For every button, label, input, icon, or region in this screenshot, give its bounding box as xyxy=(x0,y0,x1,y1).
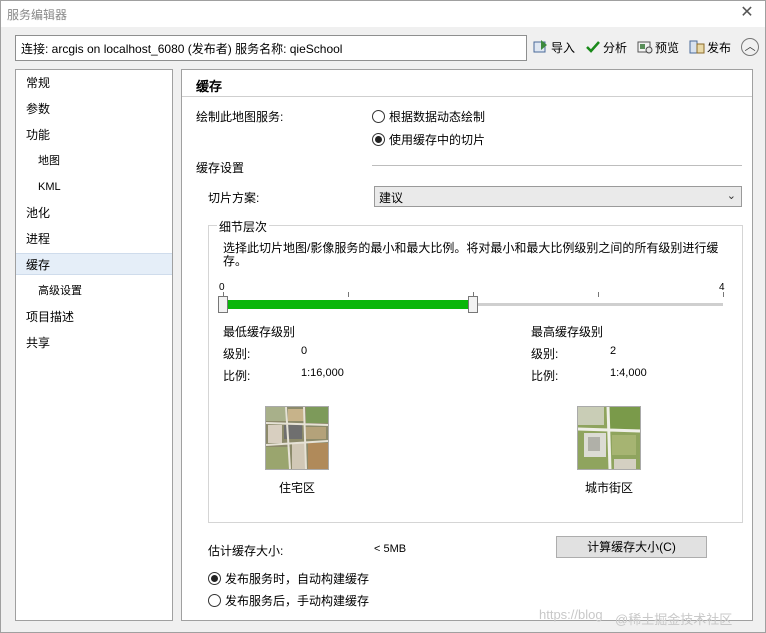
estimate-size-label: 估计缓存大小: xyxy=(208,544,284,558)
min-level-value: 0 xyxy=(301,345,308,357)
min-cache-level-title: 最低缓存级别 xyxy=(223,325,296,339)
lod-group-title: 细节层次 xyxy=(217,218,270,235)
slider-max-handle[interactable] xyxy=(468,296,478,313)
radio-auto-build-label: 发布服务时，自动构建缓存 xyxy=(225,572,370,586)
sidebar-item-caching[interactable]: 缓存 xyxy=(16,253,172,275)
radio-manual-build-cache[interactable]: 发布服务后，手动构建缓存 xyxy=(208,592,369,609)
max-level-label: 级别: xyxy=(531,347,559,361)
watermark-community: @稀土掘金技术社区 xyxy=(615,612,733,627)
cache-settings-label: 缓存设置 xyxy=(196,161,245,175)
watermark-url: https://blog xyxy=(539,607,603,622)
preview-icon xyxy=(637,39,653,55)
min-scale-value: 1:16,000 xyxy=(301,367,344,379)
sidebar-item-map[interactable]: 地图 xyxy=(38,150,60,172)
cache-settings-divider xyxy=(372,165,742,166)
page-title: 缓存 xyxy=(196,79,223,94)
connection-text: 连接: arcgis on localhost_6080 (发布者) 服务名称:… xyxy=(21,42,343,56)
connection-field: 连接: arcgis on localhost_6080 (发布者) 服务名称:… xyxy=(15,35,527,61)
analyze-button[interactable]: 分析 xyxy=(585,39,627,56)
chevron-down-icon: ⌄ xyxy=(726,190,736,202)
sidebar-item-capabilities[interactable]: 功能 xyxy=(26,124,50,146)
checkmark-icon xyxy=(585,39,601,55)
preview-label: 预览 xyxy=(655,40,680,55)
max-level-value: 2 xyxy=(610,345,617,357)
tiling-scheme-label: 切片方案: xyxy=(208,191,260,205)
tiling-scheme-value: 建议 xyxy=(379,191,404,205)
scale-range-slider: 0 4 xyxy=(218,282,725,324)
radio-auto-build-cache[interactable]: 发布服务时，自动构建缓存 xyxy=(208,570,369,587)
import-label: 导入 xyxy=(551,40,576,55)
slider-range-fill xyxy=(223,300,473,309)
estimate-size-value: < 5MB xyxy=(374,543,407,555)
title-bar: 服务编辑器 ✕ xyxy=(1,1,765,27)
sidebar-item-item-description[interactable]: 项目描述 xyxy=(26,306,74,328)
city-block-preview-image xyxy=(577,406,641,470)
title-divider xyxy=(182,96,752,97)
collapse-button[interactable]: ︿ xyxy=(741,38,760,56)
min-level-label: 级别: xyxy=(223,347,251,361)
preview-button[interactable]: 预览 xyxy=(637,39,679,56)
slider-tick xyxy=(723,292,724,297)
service-editor-window: 服务编辑器 ✕ 连接: arcgis on localhost_6080 (发布… xyxy=(0,0,766,633)
radio-use-cache[interactable]: 使用缓存中的切片 xyxy=(372,131,485,148)
analyze-label: 分析 xyxy=(603,40,628,55)
sidebar: 常规 参数 功能 地图 KML 池化 进程 缓存 高级设置 项目描述 共享 xyxy=(15,69,173,621)
min-scale-label: 比例: xyxy=(223,369,251,383)
max-scale-label: 比例: xyxy=(531,369,559,383)
import-button[interactable]: 导入 xyxy=(533,39,575,56)
radio-cache-indicator xyxy=(372,133,385,146)
import-icon xyxy=(533,39,549,55)
compute-cache-size-button[interactable]: 计算缓存大小(C) xyxy=(556,536,707,558)
publish-button[interactable]: 发布 xyxy=(689,39,731,56)
lod-description: 选择此切片地图/影像服务的最小和最大比例。将对最小和最大比例级别之间的所有级别进… xyxy=(223,241,719,268)
main-panel: 缓存 绘制此地图服务: 根据数据动态绘制 使用缓存中的切片 缓存设置 切片方案:… xyxy=(181,69,753,621)
radio-dynamic-label: 根据数据动态绘制 xyxy=(389,110,486,124)
draw-service-label: 绘制此地图服务: xyxy=(196,110,284,124)
sidebar-item-general[interactable]: 常规 xyxy=(26,72,50,94)
publish-label: 发布 xyxy=(707,40,732,55)
sidebar-item-advanced-settings[interactable]: 高级设置 xyxy=(38,280,82,302)
radio-cache-label: 使用缓存中的切片 xyxy=(389,133,486,147)
sidebar-item-pooling[interactable]: 池化 xyxy=(26,202,50,224)
slider-tick xyxy=(348,292,349,297)
slider-min-handle[interactable] xyxy=(218,296,228,313)
levels-of-detail-group: 细节层次 选择此切片地图/影像服务的最小和最大比例。将对最小和最大比例级别之间的… xyxy=(208,218,743,523)
max-scale-value: 1:4,000 xyxy=(610,367,647,379)
sidebar-item-kml[interactable]: KML xyxy=(38,176,61,198)
radio-manual-build-label: 发布服务后，手动构建缓存 xyxy=(225,594,370,608)
residential-preview-image xyxy=(265,406,329,470)
max-cache-level-title: 最高缓存级别 xyxy=(531,325,604,339)
slider-tick xyxy=(598,292,599,297)
radio-dynamic-draw[interactable]: 根据数据动态绘制 xyxy=(372,108,485,125)
sidebar-item-parameters[interactable]: 参数 xyxy=(26,98,50,120)
tiling-scheme-select[interactable]: 建议 ⌄ xyxy=(374,186,742,207)
sidebar-item-sharing[interactable]: 共享 xyxy=(26,332,50,354)
toolbar: 导入 分析 预览 发布 ︿ xyxy=(533,38,760,56)
radio-manual-build-indicator xyxy=(208,594,221,607)
residential-caption: 住宅区 xyxy=(279,481,316,495)
window-title: 服务编辑器 xyxy=(7,8,68,22)
sidebar-item-processes[interactable]: 进程 xyxy=(26,228,50,250)
city-block-caption: 城市街区 xyxy=(585,481,634,495)
publish-icon xyxy=(689,39,705,55)
close-button[interactable]: ✕ xyxy=(739,5,755,21)
radio-dynamic-indicator xyxy=(372,110,385,123)
radio-auto-build-indicator xyxy=(208,572,221,585)
